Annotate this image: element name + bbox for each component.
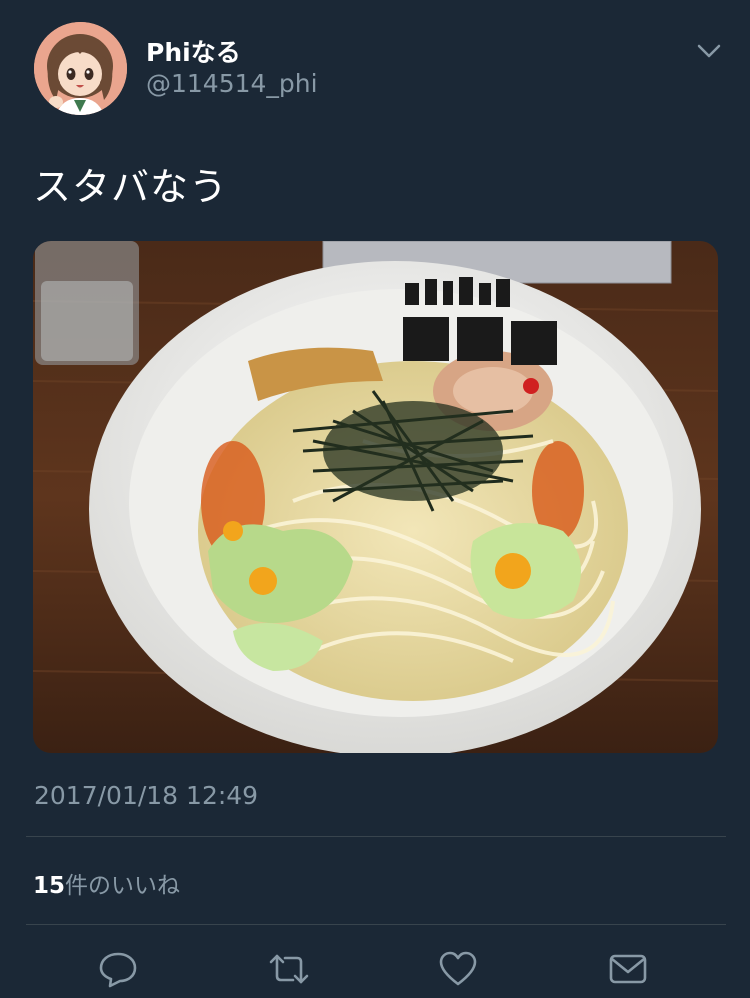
handle[interactable]: @114514_phi: [146, 69, 318, 98]
divider: [26, 836, 726, 837]
message-icon[interactable]: [608, 950, 648, 988]
retweet-icon[interactable]: [267, 950, 309, 988]
likes-count-link[interactable]: 15件のいいね: [33, 866, 180, 900]
like-icon[interactable]: [438, 950, 478, 988]
likes-count: 15: [33, 873, 66, 899]
tweet-text: スタバなう: [33, 165, 229, 209]
ramen-bowl-image: [33, 241, 718, 753]
avatar-image: [34, 22, 127, 115]
reply-icon[interactable]: [98, 950, 138, 988]
chevron-down-icon[interactable]: [694, 38, 724, 64]
divider: [26, 924, 726, 925]
timestamp: 2017/01/18 12:49: [34, 781, 259, 810]
likes-label: 件のいいね: [65, 873, 181, 899]
tweet-photo[interactable]: [33, 241, 718, 753]
tweet-detail: Phiなる @114514_phi スタバなう 2017/01/18 12:49…: [0, 0, 750, 998]
display-name[interactable]: Phiなる: [146, 33, 241, 69]
avatar[interactable]: [34, 22, 127, 115]
